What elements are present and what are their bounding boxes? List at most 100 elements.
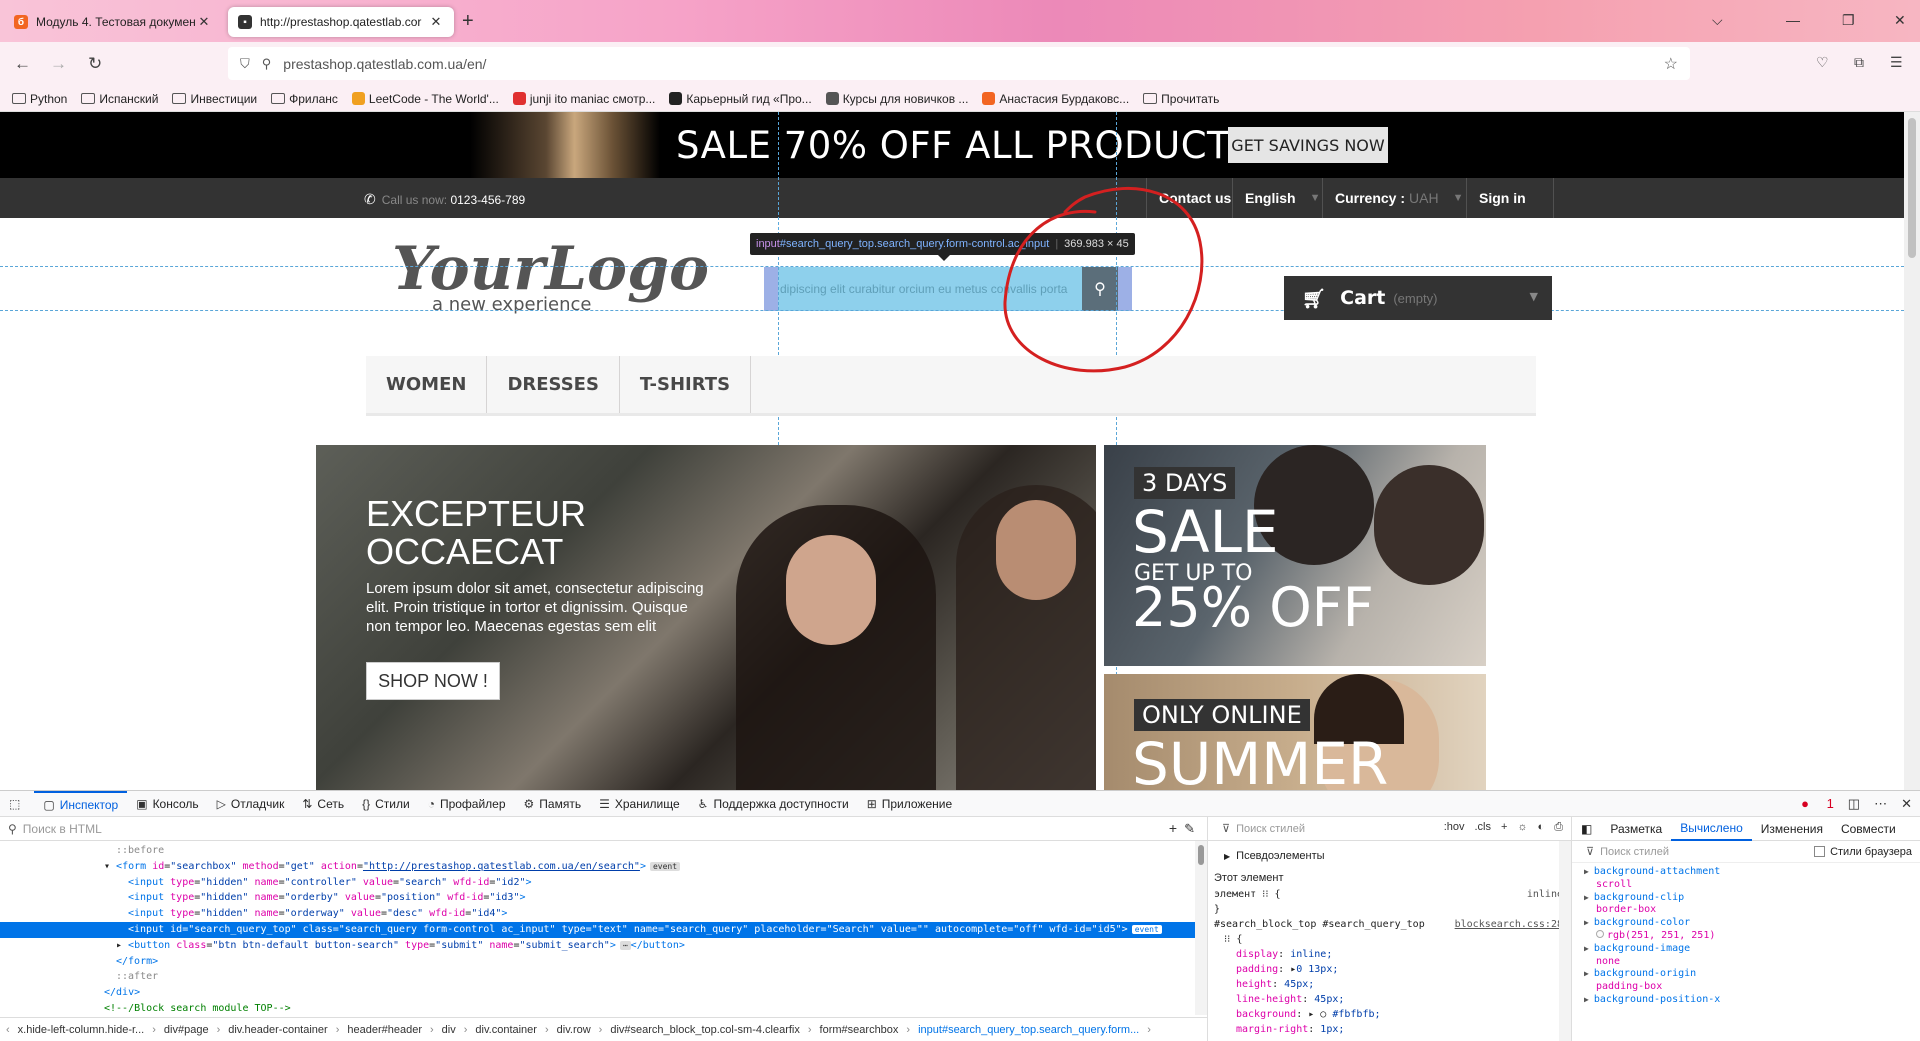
tree-line[interactable]: <input type="hidden" name="controller" v… (0, 875, 1207, 891)
close-icon[interactable]: ✕ (428, 14, 444, 30)
sale-banner[interactable]: SALE 70% OFF ALL PRODUCTS GET SAVINGS NO… (0, 112, 1904, 178)
breadcrumb-item[interactable]: div.header-container (228, 1024, 327, 1036)
breadcrumb-item[interactable]: header#header (347, 1024, 422, 1036)
page-scrollbar[interactable] (1904, 112, 1920, 790)
menu-item-women[interactable]: WOMEN (366, 356, 488, 413)
computed-property[interactable]: ▶ background-clip (1584, 892, 1920, 905)
light-theme-icon[interactable]: ☼ (1517, 821, 1527, 834)
tree-line[interactable]: </div> (0, 985, 1207, 1001)
rule-property[interactable]: line-height: 45px; (1224, 994, 1571, 1009)
breadcrumb-item[interactable]: div.row (557, 1024, 591, 1036)
browser-styles-checkbox[interactable]: Стили браузера (1814, 846, 1912, 858)
pocket-icon[interactable]: ♡ (1816, 54, 1829, 71)
bookmark-career[interactable]: Карьерный гид «Про... (669, 92, 812, 106)
dark-theme-icon[interactable]: ◐ (1538, 821, 1545, 834)
breadcrumb-item[interactable]: x.hide-left-column.hide-r... (18, 1024, 145, 1036)
cls-toggle[interactable]: .cls (1475, 821, 1492, 834)
breadcrumb-item[interactable]: form#searchbox (820, 1024, 899, 1036)
rule-selector[interactable]: #search_block_top #search_query_top block… (1214, 919, 1571, 934)
bookmark-junji[interactable]: junji ito maniac смотр... (512, 92, 655, 106)
close-icon[interactable]: ✕ (1901, 796, 1912, 812)
reload-icon[interactable]: ↻ (88, 54, 102, 74)
html-tree[interactable]: ::before ▾ <form id="searchbox" method="… (0, 841, 1207, 1015)
pseudo-elements-toggle[interactable]: ▶ Псевдоэлементы (1224, 845, 1571, 867)
chevron-right-icon[interactable]: › (1147, 1024, 1151, 1036)
html-scrollbar[interactable] (1195, 841, 1207, 1015)
more-icon[interactable]: ⋯ (1874, 796, 1887, 812)
hov-toggle[interactable]: :hov (1444, 821, 1465, 834)
element-picker-icon[interactable]: ⬚ (0, 791, 34, 817)
bookmark-python[interactable]: Python (12, 92, 67, 106)
shield-icon[interactable]: ⛉ (240, 56, 250, 72)
extensions-icon[interactable]: ⧉ (1854, 54, 1864, 71)
breadcrumb-item[interactable]: div#search_block_top.col-sm-4.clearfix (610, 1024, 800, 1036)
new-tab-icon[interactable]: + (462, 10, 474, 33)
bookmark-spanish[interactable]: Испанский (81, 92, 158, 106)
scrollbar-thumb[interactable] (1908, 118, 1916, 258)
breadcrumb-item[interactable]: div#page (164, 1024, 209, 1036)
styles-filter[interactable]: ⊽ Поиск стилей :hov .cls + ☼ ◐ ⎙ (1208, 817, 1571, 841)
menu-item-dresses[interactable]: DRESSES (487, 356, 620, 413)
tab-compatibility[interactable]: Совмести (1832, 817, 1905, 841)
tab-debugger[interactable]: ▷ Отладчик (208, 791, 294, 817)
chevron-left-icon[interactable]: ‹ (6, 1024, 10, 1036)
add-node-icon[interactable]: + (1169, 820, 1177, 836)
rule-property[interactable]: padding: ▸0 13px; (1224, 964, 1571, 979)
print-icon[interactable]: ⎙ (1554, 821, 1563, 834)
rule-source-link[interactable]: blocksearch.css:28 (1455, 919, 1563, 930)
tab-styles[interactable]: {} Стили (353, 791, 419, 817)
tab-accessibility[interactable]: ♿︎ Поддержка доступности (689, 791, 858, 817)
tree-line[interactable]: ::before (0, 843, 1207, 859)
tab-storage[interactable]: ☰ Хранилище (590, 791, 689, 817)
rules-scrollbar[interactable] (1559, 841, 1571, 1041)
computed-property[interactable]: ▶ background-color (1584, 917, 1920, 930)
rule-property[interactable]: height: 45px; (1224, 979, 1571, 994)
tab-network[interactable]: ⇅ Сеть (293, 791, 353, 817)
toggle-panel-icon[interactable]: ◧ (1572, 817, 1601, 841)
breadcrumb-item[interactable]: div (442, 1024, 456, 1036)
restore-icon[interactable]: ❐ (1842, 12, 1855, 29)
breadcrumb-item[interactable]: div.container (475, 1024, 537, 1036)
bookmark-star-icon[interactable]: ☆ (1664, 54, 1678, 74)
site-info-icon[interactable]: ⚲ (262, 56, 272, 72)
tree-line[interactable]: </form> (0, 954, 1207, 970)
tab-prestashop[interactable]: ▪ http://prestashop.qatestlab.cor ✕ (228, 7, 454, 37)
tab-application[interactable]: ⊞ Приложение (858, 791, 961, 817)
error-badge[interactable]: ● 1 (1801, 796, 1834, 812)
bookmark-anastasia[interactable]: Анастасия Бурдаковс... (982, 92, 1129, 106)
bookmark-freelance[interactable]: Фриланс (271, 92, 338, 106)
tree-line[interactable]: <input type="hidden" name="orderby" valu… (0, 890, 1207, 906)
currency-selector[interactable]: Currency : UAH ▼ (1322, 178, 1466, 218)
html-search-field[interactable]: ⚲ Поиск в HTML + ✎ (0, 817, 1207, 841)
menu-icon[interactable]: ☰ (1890, 54, 1903, 71)
cart-block[interactable]: 🛒︎ Cart (empty) ▼ (1284, 276, 1552, 320)
chevron-down-icon[interactable]: ⌵ (1712, 12, 1723, 29)
add-rule-icon[interactable]: + (1501, 821, 1507, 834)
menu-item-tshirts[interactable]: T-SHIRTS (620, 356, 752, 413)
tab-module4[interactable]: б Модуль 4. Тестовая документа ✕ (4, 7, 222, 37)
computed-property[interactable]: ▶ background-position-x (1584, 994, 1920, 1007)
home-slider[interactable]: EXCEPTEUR OCCAECAT Lorem ipsum dolor sit… (316, 445, 1096, 790)
bookmark-leetcode[interactable]: LeetCode - The World'... (351, 92, 499, 106)
computed-property[interactable]: ▶ background-image (1584, 943, 1920, 956)
address-bar[interactable]: ⛉ ⚲ prestashop.qatestlab.com.ua/en/ ☆ (228, 47, 1690, 80)
bookmark-investments[interactable]: Инвестиции (172, 92, 257, 106)
checkbox[interactable] (1814, 846, 1826, 857)
tree-line[interactable]: ▸ <button class="btn btn-default button-… (0, 938, 1207, 954)
promo-banner-summer[interactable]: ONLY ONLINE SUMMER (1104, 674, 1486, 790)
minimize-icon[interactable]: — (1786, 12, 1800, 28)
scrollbar-thumb[interactable] (1198, 845, 1204, 865)
get-savings-button[interactable]: GET SAVINGS NOW (1228, 127, 1388, 163)
close-icon[interactable]: ✕ (196, 14, 212, 30)
dock-icon[interactable]: ◫ (1848, 796, 1860, 812)
eyedropper-icon[interactable]: ✎ (1184, 821, 1195, 837)
breadcrumb-item-current[interactable]: input#search_query_top.search_query.form… (918, 1024, 1139, 1036)
tab-changes[interactable]: Изменения (1752, 817, 1832, 841)
tab-inspector[interactable]: ▢ Инспектор (34, 790, 128, 817)
shop-now-button[interactable]: SHOP NOW ! (366, 662, 500, 700)
rule-property[interactable]: background: ▸ ○ #fbfbfb; (1224, 1009, 1571, 1024)
bookmark-courses[interactable]: Курсы для новичков ... (825, 92, 968, 106)
back-icon[interactable]: ← (14, 54, 31, 74)
tree-line[interactable]: <!--/Block search module TOP--> (0, 1001, 1207, 1017)
computed-property[interactable]: ▶ background-origin (1584, 968, 1920, 981)
